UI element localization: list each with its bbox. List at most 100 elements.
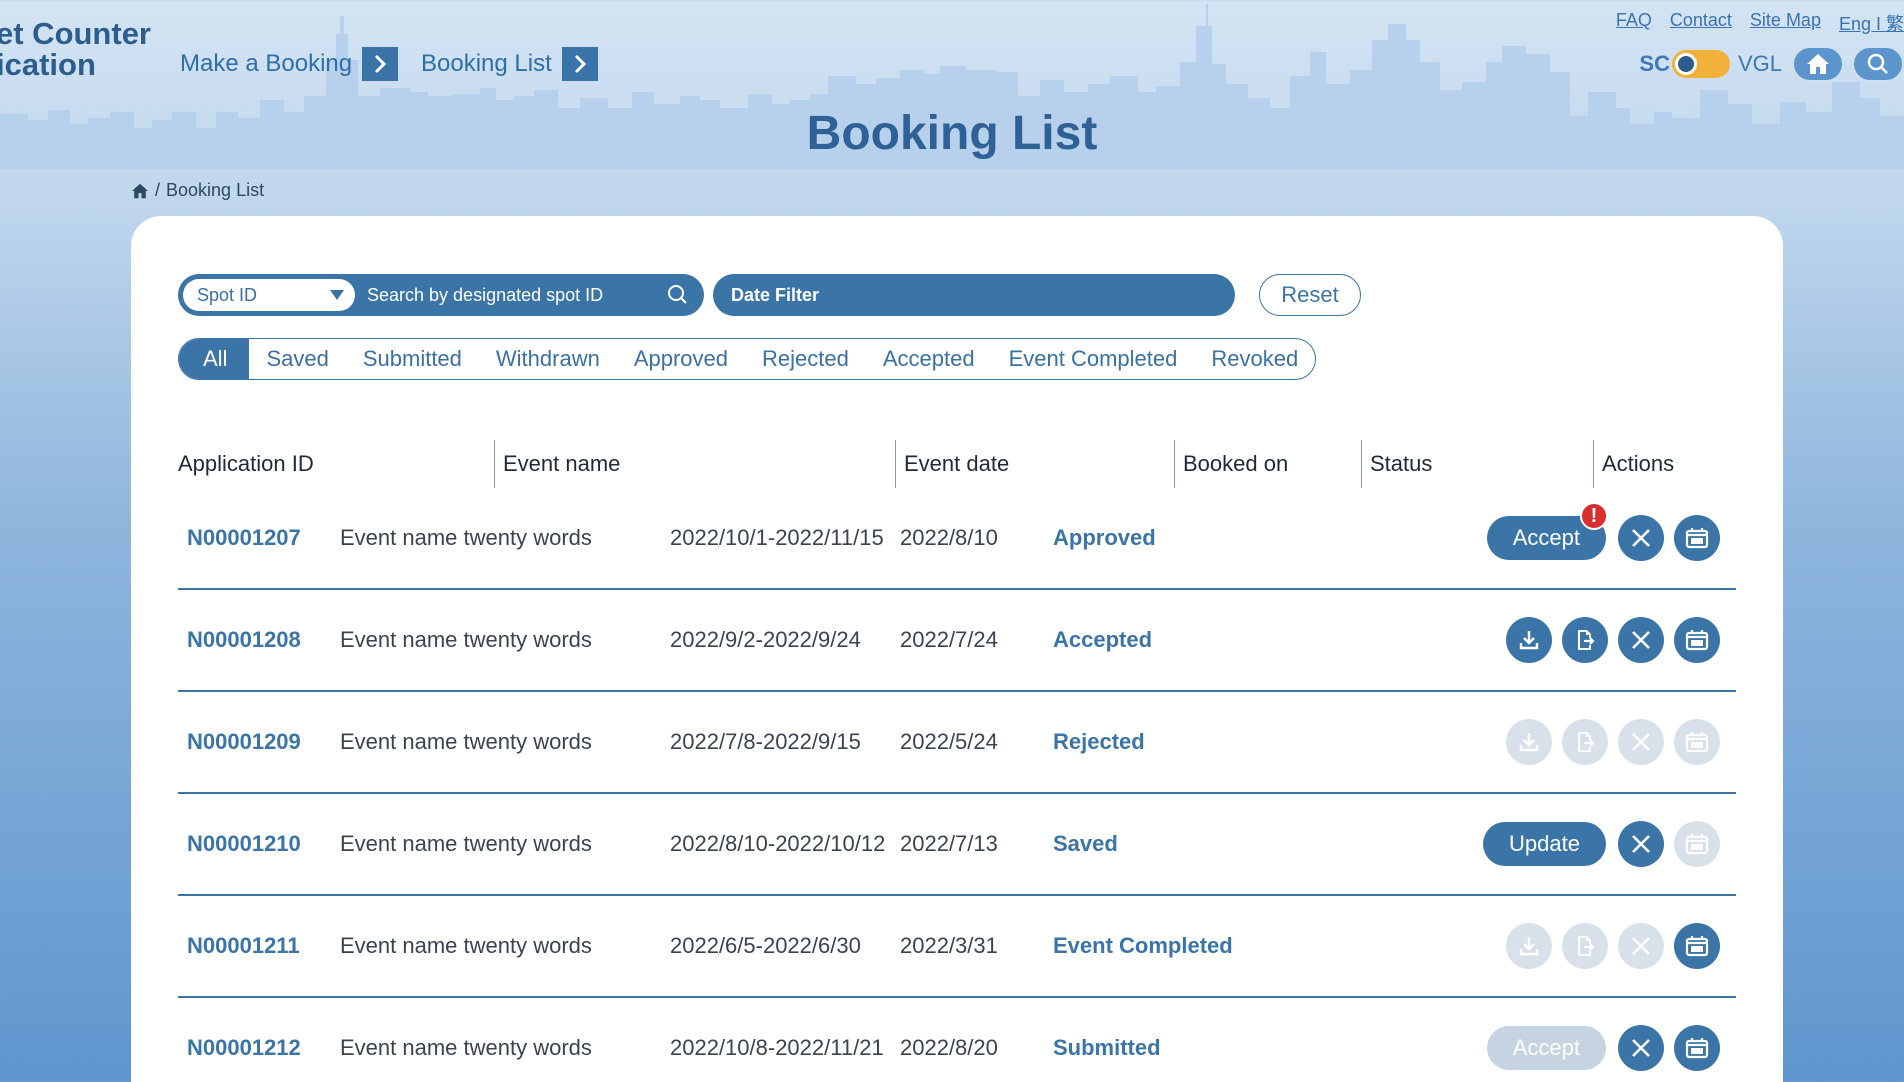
table-row: N00001211 Event name twenty words 2022/6/5… [178, 896, 1736, 998]
status-cell: Saved [1053, 831, 1118, 856]
nav-booking-list-label: Booking List [421, 50, 552, 77]
close-icon [1628, 627, 1654, 653]
header-application-id: Application ID [178, 451, 314, 476]
update-button[interactable]: Update [1483, 822, 1606, 866]
breadcrumb: / Booking List [131, 180, 264, 201]
export-icon [1572, 627, 1598, 653]
calendar-button[interactable] [1674, 923, 1720, 969]
download-icon [1516, 627, 1542, 653]
tab-approved[interactable]: Approved [617, 339, 745, 379]
search-icon [1867, 53, 1888, 74]
search-type-select[interactable]: Spot ID [183, 279, 355, 311]
event-name-cell: Event name twenty words [340, 1035, 592, 1060]
tab-all[interactable]: All [179, 339, 250, 379]
download-icon [1516, 729, 1542, 755]
home-icon[interactable] [131, 183, 149, 199]
export-button[interactable] [1562, 719, 1608, 765]
cancel-button[interactable] [1618, 719, 1664, 765]
booked-on-cell: 2022/3/31 [900, 933, 998, 958]
language-toggle-area: SC VGL [1639, 46, 1904, 82]
application-id-cell[interactable]: N00001208 [187, 590, 301, 690]
event-name-cell: Event name twenty words [340, 627, 592, 652]
calendar-button[interactable] [1674, 719, 1720, 765]
cancel-button[interactable] [1618, 923, 1664, 969]
sitemap-link[interactable]: Site Map [1750, 10, 1821, 36]
application-id-cell[interactable]: N00001212 [187, 998, 301, 1082]
accept-button-label: Accept [1512, 525, 1580, 550]
reset-button[interactable]: Reset [1259, 274, 1361, 316]
search-button[interactable] [1852, 46, 1904, 82]
breadcrumb-separator: / [155, 180, 161, 200]
tab-withdrawn[interactable]: Withdrawn [479, 339, 617, 379]
export-button[interactable] [1562, 617, 1608, 663]
chevron-right-icon [561, 47, 598, 81]
application-id-cell[interactable]: N00001209 [187, 692, 301, 792]
calendar-button[interactable] [1674, 821, 1720, 867]
tab-saved[interactable]: Saved [249, 339, 345, 379]
application-id-cell[interactable]: N00001210 [187, 794, 301, 894]
event-date-cell: 2022/6/5-2022/6/30 [670, 933, 861, 958]
download-button[interactable] [1506, 923, 1552, 969]
tab-rejected[interactable]: Rejected [745, 339, 866, 379]
search-icon[interactable] [667, 284, 689, 306]
event-date-cell: 2022/7/8-2022/9/15 [670, 729, 861, 754]
toggle-knob [1674, 53, 1697, 75]
event-date-cell: 2022/8/10-2022/10/12 [670, 831, 886, 856]
brand-title: et Counter ication [0, 18, 151, 80]
language-link[interactable]: Eng I 繁 [1839, 10, 1904, 36]
accept-button-label: Accept [1512, 1035, 1580, 1060]
faq-link[interactable]: FAQ [1616, 10, 1652, 36]
date-filter-button[interactable]: Date Filter [713, 274, 1235, 316]
search-type-value: Spot ID [197, 284, 258, 305]
cancel-button[interactable] [1618, 821, 1664, 867]
row-actions: Accept [1486, 998, 1720, 1082]
cancel-button[interactable] [1618, 617, 1664, 663]
calendar-button[interactable] [1674, 1025, 1720, 1071]
tab-event-completed[interactable]: Event Completed [992, 339, 1195, 379]
nav-booking-list[interactable]: Booking List [421, 47, 598, 81]
booked-on-cell: 2022/5/24 [900, 729, 998, 754]
application-id-cell[interactable]: N00001211 [187, 896, 300, 996]
row-actions: Update [1483, 794, 1720, 894]
tab-revoked[interactable]: Revoked [1194, 339, 1315, 379]
home-button[interactable] [1792, 46, 1844, 82]
search-input[interactable] [355, 279, 667, 311]
table-row: N00001208 Event name twenty words 2022/9/2… [178, 590, 1736, 692]
booking-list-card: Spot ID Date Filter Reset AllSavedSubmit… [131, 216, 1783, 1082]
contact-link[interactable]: Contact [1670, 10, 1732, 36]
header-booked-on: Booked on [1174, 440, 1288, 488]
accept-button[interactable]: Accept [1486, 1026, 1606, 1070]
language-toggle[interactable] [1671, 50, 1730, 78]
application-id-cell[interactable]: N00001207 [187, 488, 301, 588]
calendar-icon [1683, 524, 1711, 552]
page-title: Booking List [806, 107, 1098, 160]
accept-button[interactable]: Accept! [1486, 502, 1608, 560]
row-actions [1506, 692, 1720, 792]
booked-on-cell: 2022/7/24 [900, 627, 998, 652]
calendar-icon [1683, 830, 1711, 858]
caret-down-icon [330, 290, 344, 300]
nav-make-booking[interactable]: Make a Booking [180, 47, 399, 81]
event-date-cell: 2022/9/2-2022/9/24 [670, 627, 861, 652]
cancel-button[interactable] [1618, 515, 1664, 561]
download-button[interactable] [1506, 719, 1552, 765]
row-actions [1506, 896, 1720, 996]
lang-vgl-label: VGL [1737, 51, 1782, 76]
event-name-cell: Event name twenty words [340, 729, 592, 754]
status-cell: Rejected [1053, 729, 1145, 754]
close-icon [1628, 525, 1654, 551]
table-row: N00001210 Event name twenty words 2022/8/1… [178, 794, 1736, 896]
cancel-button[interactable] [1618, 1025, 1664, 1071]
calendar-button[interactable] [1674, 617, 1720, 663]
download-button[interactable] [1506, 617, 1552, 663]
close-icon [1628, 1035, 1654, 1061]
calendar-button[interactable] [1674, 515, 1720, 561]
close-icon [1628, 831, 1654, 857]
export-icon [1572, 729, 1598, 755]
event-name-cell: Event name twenty words [340, 525, 592, 550]
export-button[interactable] [1562, 923, 1608, 969]
table-row: N00001209 Event name twenty words 2022/7/8… [178, 692, 1736, 794]
tab-submitted[interactable]: Submitted [346, 339, 479, 379]
tab-accepted[interactable]: Accepted [866, 339, 992, 379]
chevron-right-icon [362, 47, 399, 81]
